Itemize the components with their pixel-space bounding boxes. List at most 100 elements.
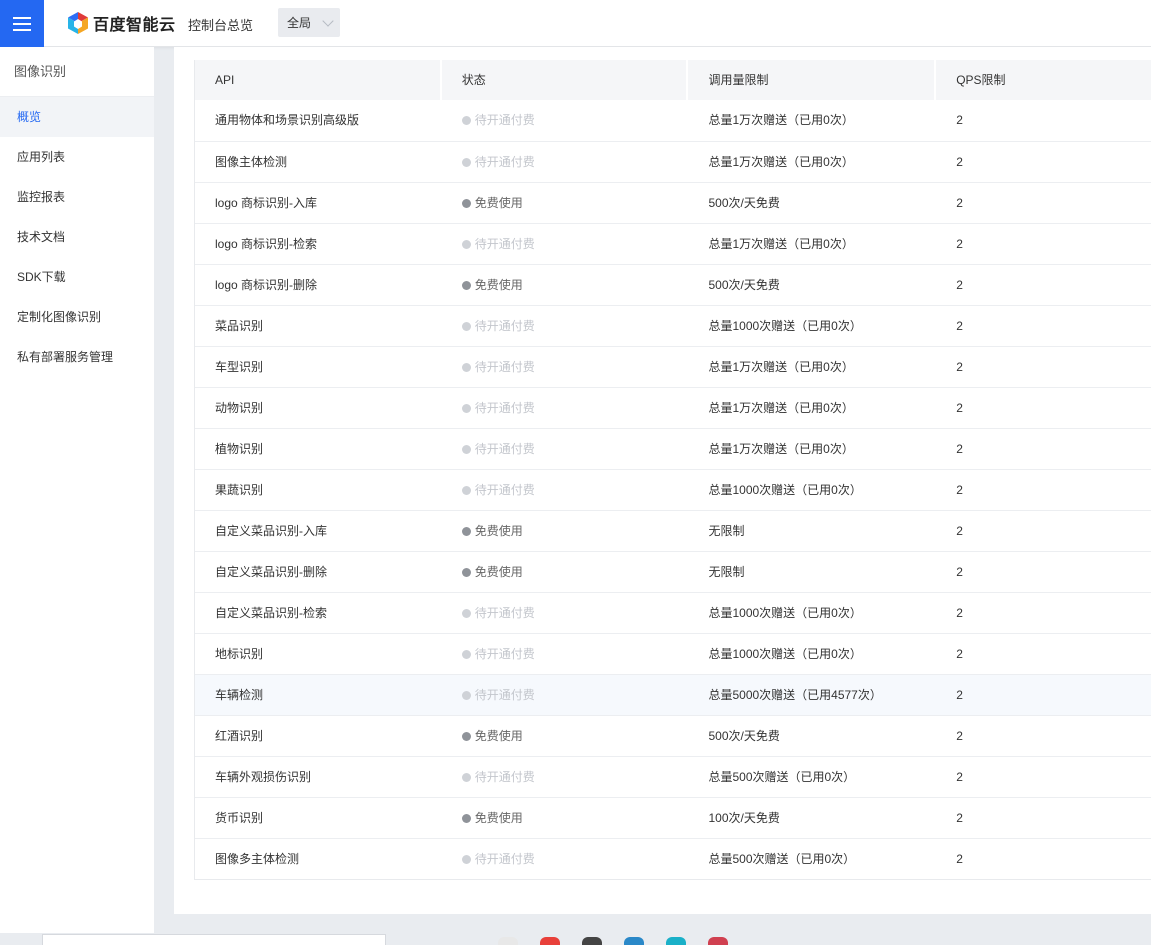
- call-limit-cell: 总量5000次赠送（已用4577次）: [708, 688, 882, 702]
- qps-limit-cell: 2: [956, 155, 963, 169]
- status-text: 待开通付费: [474, 155, 535, 169]
- qps-limit-cell: 2: [956, 278, 963, 292]
- console-overview-link[interactable]: 控制台总览: [188, 15, 253, 34]
- status-dot-icon: [461, 854, 471, 864]
- qps-limit-cell: 2: [956, 442, 963, 456]
- table-row: 自定义菜品识别-入库 免费使用 无限制 2: [195, 510, 1151, 551]
- table-row: 图像主体检测 待开通付费 总量1万次赠送（已用0次） 2: [195, 141, 1151, 182]
- qps-limit-cell: 2: [956, 770, 963, 784]
- status-text: 待开通付费: [474, 319, 535, 333]
- status-badge: 待开通付费: [461, 593, 689, 633]
- status-badge: 待开通付费: [461, 142, 689, 182]
- status-badge: 待开通付费: [461, 757, 689, 797]
- api-name-cell: logo 商标识别-检索: [215, 237, 318, 251]
- sidebar-item[interactable]: 应用列表: [0, 137, 154, 177]
- api-name-cell: 车辆检测: [215, 688, 264, 702]
- app-icon[interactable]: [582, 937, 602, 945]
- app-icon[interactable]: [624, 937, 644, 945]
- status-badge: 待开通付费: [461, 100, 689, 140]
- status-text: 待开通付费: [474, 113, 535, 127]
- status-text: 待开通付费: [474, 770, 535, 784]
- qps-limit-cell: 2: [956, 196, 963, 210]
- status-cell: 待开通付费: [442, 839, 689, 879]
- status-badge: 待开通付费: [461, 224, 689, 264]
- status-cell: 待开通付费: [442, 757, 689, 797]
- api-name-cell: 车辆外观损伤识别: [215, 770, 312, 784]
- qps-limit-cell: 2: [956, 606, 963, 620]
- status-text: 待开通付费: [474, 401, 535, 415]
- table-row: 自定义菜品识别-删除 免费使用 无限制 2: [195, 551, 1151, 592]
- status-cell: 待开通付费: [442, 675, 689, 715]
- api-name-cell: 植物识别: [215, 442, 264, 456]
- api-name-cell: 通用物体和场景识别高级版: [215, 113, 360, 127]
- call-limit-cell: 总量1000次赠送（已用0次）: [708, 647, 862, 661]
- api-name-cell: 图像多主体检测: [215, 852, 300, 866]
- call-limit-cell: 500次/天免费: [708, 196, 780, 210]
- header-qps-limit: QPS限制: [956, 73, 1006, 87]
- sidebar-item[interactable]: 概览: [0, 97, 154, 137]
- api-table: API 状态 调用量限制 QPS限制 通用物体和场景识别高级版 待开通付费 总量1万…: [194, 60, 1151, 880]
- status-dot-icon: [461, 115, 471, 125]
- qps-limit-cell: 2: [956, 565, 963, 579]
- status-cell: 免费使用: [442, 265, 689, 305]
- sidebar-menu: 概览 应用列表 监控报表 技术文档 SDK下载 定制化图像识别 私有部署服务管理: [0, 97, 154, 377]
- table-row: 货币识别 免费使用 100次/天免费 2: [195, 797, 1151, 838]
- status-dot-icon: [461, 485, 471, 495]
- sidebar-item[interactable]: 私有部署服务管理: [0, 337, 154, 377]
- sidebar-item[interactable]: 定制化图像识别: [0, 297, 154, 337]
- call-limit-cell: 总量1万次赠送（已用0次）: [708, 113, 854, 127]
- status-dot-icon: [461, 157, 471, 167]
- qps-limit-cell: 2: [956, 729, 963, 743]
- status-cell: 待开通付费: [442, 429, 689, 469]
- sidebar-item[interactable]: 监控报表: [0, 177, 154, 217]
- app-icon[interactable]: [498, 937, 518, 945]
- status-text: 免费使用: [474, 524, 523, 538]
- cube-logo-icon: [68, 12, 88, 34]
- status-dot-icon: [461, 321, 471, 331]
- status-text: 免费使用: [474, 729, 523, 743]
- table-row: 植物识别 待开通付费 总量1万次赠送（已用0次） 2: [195, 428, 1151, 469]
- status-text: 免费使用: [474, 196, 523, 210]
- menu-icon[interactable]: [0, 0, 44, 47]
- status-badge: 待开通付费: [461, 675, 689, 715]
- table-row: logo 商标识别-检索 待开通付费 总量1万次赠送（已用0次） 2: [195, 223, 1151, 264]
- table-row: 自定义菜品识别-检索 待开通付费 总量1000次赠送（已用0次） 2: [195, 592, 1151, 633]
- api-name-cell: 自定义菜品识别-删除: [215, 565, 327, 579]
- api-name-cell: 图像主体检测: [215, 155, 288, 169]
- qps-limit-cell: 2: [956, 113, 963, 127]
- status-cell: 待开通付费: [442, 347, 689, 387]
- app-icon[interactable]: [540, 937, 560, 945]
- bottom-search-box[interactable]: [42, 934, 386, 945]
- status-badge: 免费使用: [461, 798, 689, 838]
- call-limit-cell: 总量1000次赠送（已用0次）: [708, 483, 862, 497]
- top-bar: 百度智能云 控制台总览 全局: [0, 0, 1151, 47]
- table-row: 菜品识别 待开通付费 总量1000次赠送（已用0次） 2: [195, 305, 1151, 346]
- status-dot-icon: [461, 280, 471, 290]
- chevron-down-icon: [322, 15, 334, 27]
- status-badge: 免费使用: [461, 716, 689, 756]
- status-dot-icon: [461, 813, 471, 823]
- app-icon[interactable]: [666, 937, 686, 945]
- sidebar-item[interactable]: SDK下载: [0, 257, 154, 297]
- table-row: logo 商标识别-删除 免费使用 500次/天免费 2: [195, 264, 1151, 305]
- region-value: 全局: [287, 16, 312, 30]
- qps-limit-cell: 2: [956, 524, 963, 538]
- table-row: 车辆外观损伤识别 待开通付费 总量500次赠送（已用0次） 2: [195, 756, 1151, 797]
- status-dot-icon: [461, 649, 471, 659]
- table-row: 通用物体和场景识别高级版 待开通付费 总量1万次赠送（已用0次） 2: [195, 100, 1151, 141]
- table-row: 红酒识别 免费使用 500次/天免费 2: [195, 715, 1151, 756]
- api-name-cell: 车型识别: [215, 360, 264, 374]
- api-name-cell: 动物识别: [215, 401, 264, 415]
- sidebar-item[interactable]: 技术文档: [0, 217, 154, 257]
- table-row: 地标识别 待开通付费 总量1000次赠送（已用0次） 2: [195, 633, 1151, 674]
- status-dot-icon: [461, 772, 471, 782]
- status-dot-icon: [461, 690, 471, 700]
- header-call-limit: 调用量限制: [688, 60, 937, 100]
- header-status: 状态: [442, 60, 689, 100]
- region-select[interactable]: 全局: [278, 8, 340, 37]
- call-limit-cell: 100次/天免费: [708, 811, 780, 825]
- baidu-cloud-logo[interactable]: 百度智能云: [67, 11, 176, 35]
- app-icon[interactable]: [708, 937, 728, 945]
- api-name-cell: 自定义菜品识别-入库: [215, 524, 327, 538]
- table-row: 图像多主体检测 待开通付费 总量500次赠送（已用0次） 2: [195, 838, 1151, 879]
